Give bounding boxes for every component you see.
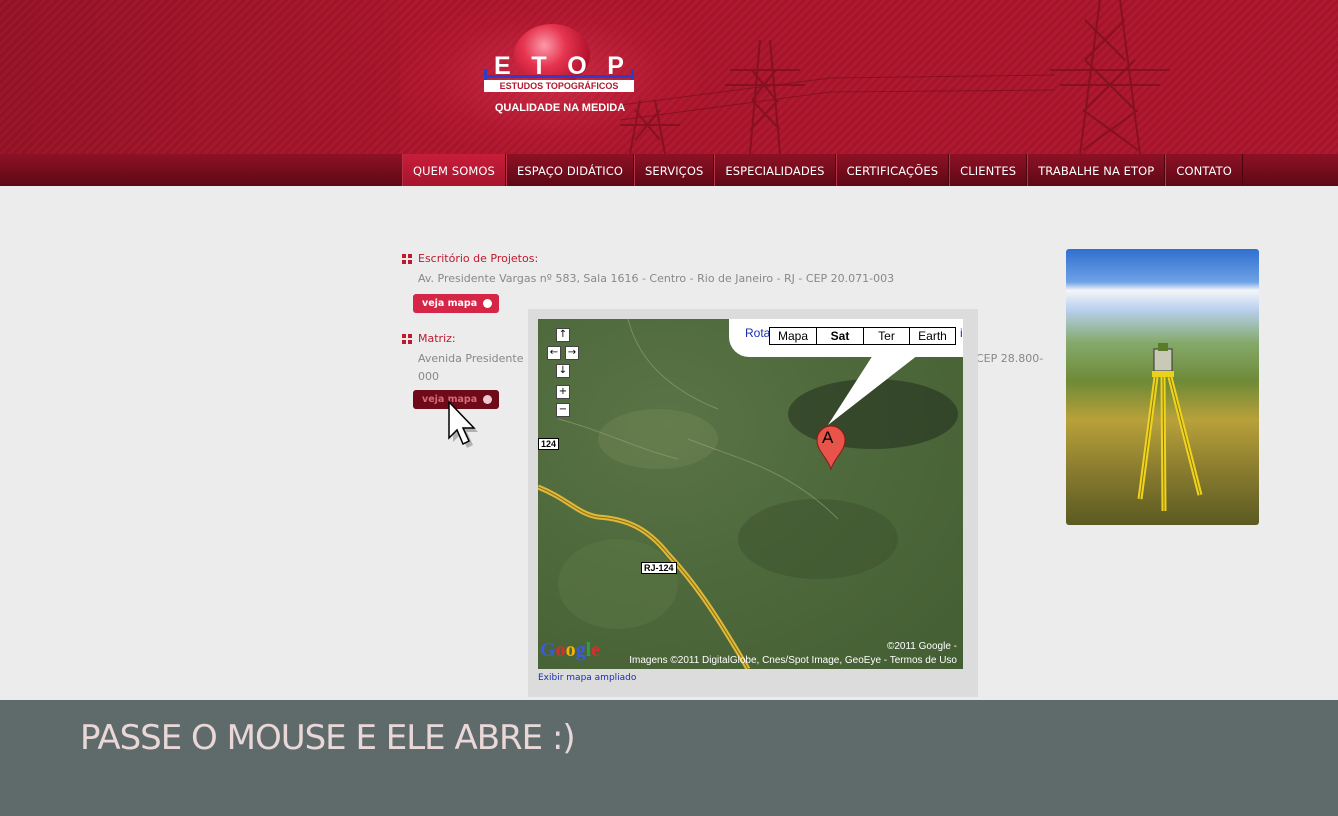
- google-logo-letter: o: [565, 639, 576, 661]
- google-logo-letter: G: [540, 639, 556, 661]
- address-start: Avenida Presidente: [418, 352, 524, 365]
- office-address: Av. Presidente Vargas nº 583, Sala 1616 …: [418, 272, 895, 285]
- road-label: 124: [538, 438, 560, 450]
- office-title: Matriz:: [418, 332, 456, 345]
- google-logo-letter: g: [575, 639, 586, 661]
- logo-ruler: [484, 69, 634, 83]
- enlarge-map-link[interactable]: Exibir mapa ampliado: [538, 673, 636, 683]
- veja-mapa-label: veja mapa: [422, 298, 478, 309]
- nav-item-contato[interactable]: CONTATO: [1165, 154, 1243, 186]
- zoom-in-icon[interactable]: +: [556, 385, 570, 399]
- nav-item-servicos[interactable]: SERVIÇOS: [634, 154, 715, 186]
- office-projetos: Escritório de Projetos: Av. Presidente V…: [402, 252, 894, 313]
- grid-bullet-icon: [402, 333, 412, 344]
- banner-shade: [0, 0, 400, 154]
- etop-logo[interactable]: E T O P ESTUDOS TOPOGRÁFICOS QUALIDADE N…: [482, 22, 638, 120]
- map-attribution[interactable]: Imagens ©2011 DigitalGlobe, Cnes/Spot Im…: [629, 655, 957, 666]
- map-type-ter[interactable]: Ter: [863, 327, 910, 345]
- zoom-out-icon[interactable]: −: [556, 403, 570, 417]
- pan-right-icon[interactable]: →: [565, 346, 579, 360]
- office-title: Escritório de Projetos:: [418, 252, 539, 265]
- nav-item-quem-somos[interactable]: QUEM SOMOS: [402, 154, 506, 186]
- address-end: CEP 28.800-: [976, 352, 1044, 365]
- mouse-cursor-icon: [448, 400, 478, 448]
- map-type-sat[interactable]: Sat: [816, 327, 864, 345]
- map-type-bubble: Rota Mapa Sat Ter Earth i: [729, 319, 963, 357]
- grid-bullet-icon: [402, 253, 412, 264]
- nav-item-especialidades[interactable]: ESPECIALIDADES: [714, 154, 836, 186]
- footer-caption: PASSE O MOUSE E ELE ABRE :): [80, 718, 576, 758]
- pan-down-icon[interactable]: ↓: [556, 364, 570, 378]
- logo-subtitle: ESTUDOS TOPOGRÁFICOS: [484, 80, 634, 92]
- nav-item-trabalhe[interactable]: TRABALHE NA ETOP: [1027, 154, 1166, 186]
- map-type-earth[interactable]: Earth: [909, 327, 956, 345]
- satellite-map[interactable]: Rota Mapa Sat Ter Earth i A ↑ ← → ↓ + − …: [538, 319, 963, 669]
- tripod-illustration: [1137, 343, 1203, 512]
- pan-left-icon[interactable]: ←: [547, 346, 561, 360]
- nav-item-clientes[interactable]: CLIENTES: [949, 154, 1028, 186]
- dot-icon: [483, 299, 492, 308]
- road-label: RJ-124: [641, 562, 677, 574]
- veja-mapa-button[interactable]: veja mapa: [413, 294, 499, 313]
- bubble-tail: [828, 355, 918, 425]
- surveyor-tripod-photo: [1066, 249, 1259, 525]
- bubble-edge-text: i: [960, 326, 963, 340]
- map-marker-label: A: [822, 428, 834, 447]
- map-copyright: ©2011 Google -: [886, 641, 957, 652]
- logo-tagline: QUALIDADE NA MEDIDA: [494, 102, 626, 114]
- route-link[interactable]: Rota: [745, 326, 770, 340]
- power-towers-illustration: [619, 0, 1170, 154]
- map-type-mapa[interactable]: Mapa: [769, 327, 817, 345]
- footer-band: PASSE O MOUSE E ELE ABRE :): [0, 700, 1338, 816]
- address-line2: 000: [418, 370, 439, 383]
- google-logo-letter: o: [555, 639, 566, 661]
- nav-item-espaco-didatico[interactable]: ESPAÇO DIDÁTICO: [505, 154, 634, 186]
- map-popup: Rota Mapa Sat Ter Earth i A ↑ ← → ↓ + − …: [528, 309, 978, 697]
- main-nav: QUEM SOMOS ESPAÇO DIDÁTICO SERVIÇOS ESPE…: [0, 154, 1338, 186]
- pan-up-icon[interactable]: ↑: [556, 328, 570, 342]
- nav-item-certificacoes[interactable]: CERTIFICAÇÕES: [835, 154, 950, 186]
- google-logo-letter: e: [591, 639, 601, 661]
- google-logo[interactable]: Google: [540, 639, 600, 662]
